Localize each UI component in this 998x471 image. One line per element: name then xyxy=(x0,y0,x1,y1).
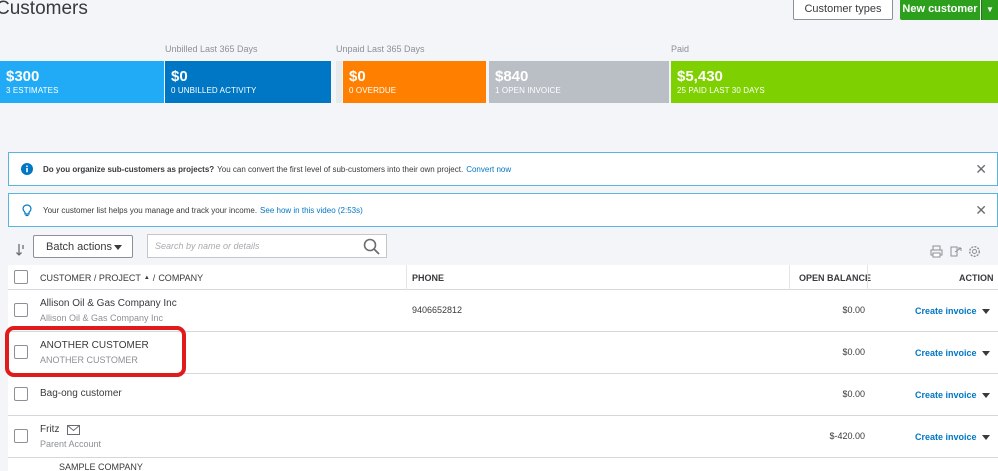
phone-number: 9406652812 xyxy=(412,305,463,315)
tile-amount: $5,430 xyxy=(677,68,723,85)
batch-actions-label: Batch actions xyxy=(46,240,113,253)
info-icon xyxy=(21,163,33,175)
column-divider xyxy=(789,265,790,290)
create-invoice-link[interactable]: Create invoice xyxy=(915,348,977,358)
create-invoice-link[interactable]: Create invoice xyxy=(915,306,977,316)
banner-text: You can convert the first level of sub-c… xyxy=(217,164,464,174)
action-dropdown-icon[interactable] xyxy=(982,393,990,398)
customer-types-button[interactable]: Customer types xyxy=(793,0,893,20)
banner-sub-customers: Do you organize sub-customers as project… xyxy=(8,152,998,186)
unpaid-label: Unpaid Last 365 Days xyxy=(336,44,425,54)
new-customer-button[interactable]: New customer xyxy=(900,0,980,20)
banner-bold-text: Do you organize sub-customers as project… xyxy=(43,164,215,174)
annotation-highlight xyxy=(5,326,186,377)
tile-amount: $0 xyxy=(349,68,366,85)
close-icon[interactable]: ✕ xyxy=(975,203,987,217)
see-video-link[interactable]: See how in this video (2:53s) xyxy=(260,206,363,215)
customer-name[interactable]: Allison Oil & Gas Company Inc xyxy=(40,298,177,309)
tile-subtitle: 25 PAID LAST 30 DAYS xyxy=(677,86,765,95)
tile-subtitle: 0 OVERDUE xyxy=(349,86,397,95)
action-dropdown-icon[interactable] xyxy=(982,309,990,314)
close-icon[interactable]: ✕ xyxy=(975,162,987,176)
batch-actions-button[interactable]: Batch actions xyxy=(33,235,133,258)
open-balance: $0.00 xyxy=(842,305,865,315)
page-title: Customers xyxy=(0,0,88,19)
gear-icon[interactable] xyxy=(968,245,981,263)
row-checkbox[interactable] xyxy=(14,429,28,443)
customer-name[interactable]: Bag-ong customer xyxy=(40,388,122,399)
lightbulb-icon xyxy=(21,203,33,216)
tile-amount: $300 xyxy=(6,68,40,85)
row-checkbox[interactable] xyxy=(14,303,28,317)
tile-subtitle: 0 UNBILLED ACTIVITY xyxy=(171,86,257,95)
table-tools xyxy=(930,245,981,263)
paid-label: Paid xyxy=(671,44,690,54)
banner-video-tip: Your customer list helps you manage and … xyxy=(8,193,998,227)
search-box[interactable] xyxy=(147,234,387,258)
tile-estimates[interactable]: $300 3 ESTIMATES xyxy=(0,61,164,103)
convert-now-link[interactable]: Convert now xyxy=(466,165,511,174)
export-icon[interactable] xyxy=(949,245,962,263)
sort-ascending-icon: ▲ xyxy=(143,274,150,281)
customer-name[interactable]: Fritz xyxy=(40,424,59,435)
banner-text: Your customer list helps you manage and … xyxy=(43,205,258,215)
tile-subtitle: 1 OPEN INVOICE xyxy=(495,86,561,95)
mail-icon[interactable] xyxy=(67,424,81,435)
select-all-checkbox[interactable] xyxy=(14,270,28,284)
tile-amount: $0 xyxy=(171,68,188,85)
open-balance: $0.00 xyxy=(842,347,865,357)
create-invoice-link[interactable]: Create invoice xyxy=(915,432,977,442)
tile-paid[interactable]: $5,430 25 PAID LAST 30 DAYS xyxy=(671,61,998,103)
tile-overdue[interactable]: $0 0 OVERDUE xyxy=(343,61,486,103)
company-name: Parent Account xyxy=(40,439,102,449)
search-icon[interactable] xyxy=(363,238,380,257)
column-divider xyxy=(867,265,868,290)
table-row[interactable]: Bag-ong customer $0.00 Create invoice xyxy=(8,374,998,416)
unbilled-label: Unbilled Last 365 Days xyxy=(165,44,258,54)
tile-overdue-stripe xyxy=(336,61,342,103)
action-dropdown-icon[interactable] xyxy=(982,435,990,440)
tile-subtitle: 3 ESTIMATES xyxy=(6,86,59,95)
header-company[interactable]: COMPANY xyxy=(158,273,203,283)
search-input[interactable] xyxy=(155,241,355,251)
header-open-balance[interactable]: OPEN BALANCE xyxy=(799,265,871,290)
print-icon[interactable] xyxy=(930,245,943,263)
customer-name[interactable]: SAMPLE COMPANY xyxy=(59,462,143,471)
new-customer-dropdown-button[interactable]: ▼ xyxy=(981,0,998,20)
header-separator: / xyxy=(152,272,156,283)
row-checkbox[interactable] xyxy=(14,387,28,401)
customer-name-cell: Fritz xyxy=(40,424,81,435)
header-phone[interactable]: PHONE xyxy=(412,265,444,290)
header-customer[interactable]: CUSTOMER / PROJECT xyxy=(40,273,141,283)
chevron-down-icon: ▼ xyxy=(986,4,994,14)
table-row[interactable]: Fritz Parent Account $-420.00 Create inv… xyxy=(8,416,998,458)
create-invoice-link[interactable]: Create invoice xyxy=(915,390,977,400)
company-name: Allison Oil & Gas Company Inc xyxy=(40,313,164,323)
action-dropdown-icon[interactable] xyxy=(982,351,990,356)
tile-open-invoice[interactable]: $840 1 OPEN INVOICE xyxy=(489,61,669,103)
table-row-partial[interactable]: SAMPLE COMPANY xyxy=(8,458,998,471)
open-balance: $0.00 xyxy=(842,389,865,399)
open-balance: $-420.00 xyxy=(829,431,865,441)
header-action: ACTION xyxy=(959,272,994,283)
tile-amount: $840 xyxy=(495,68,529,85)
caret-down-icon xyxy=(114,245,122,250)
table-header: CUSTOMER / PROJECT ▲ / COMPANY PHONE OPE… xyxy=(8,265,998,290)
tile-unbilled-activity[interactable]: $0 0 UNBILLED ACTIVITY xyxy=(165,61,331,103)
sort-toggle-icon[interactable] xyxy=(16,243,26,262)
column-divider xyxy=(406,265,407,290)
